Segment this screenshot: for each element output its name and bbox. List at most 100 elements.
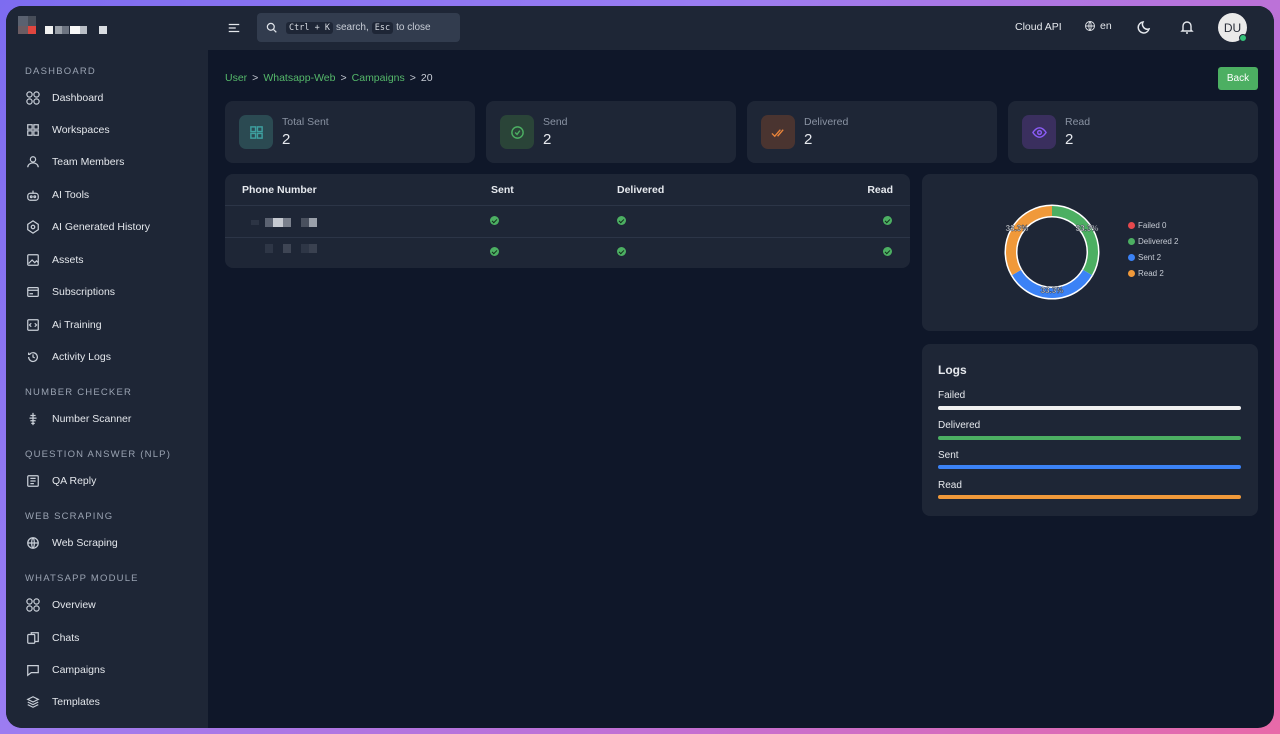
sidebar-item-workspaces[interactable]: Workspaces: [25, 118, 200, 142]
bell-icon[interactable]: [1179, 19, 1195, 35]
grid-icon: [239, 115, 273, 149]
grid-circles-icon: [25, 90, 41, 106]
legend-swatch: [1128, 254, 1135, 261]
document-icon: [25, 473, 41, 489]
app-window: DASHBOARD Dashboard Workspaces Team Memb…: [6, 6, 1274, 728]
stat-card-send: Send 2: [486, 101, 736, 163]
cloud-api-link[interactable]: Cloud API: [1015, 21, 1062, 33]
read-check-icon: [883, 247, 892, 256]
column-header-read: Read: [867, 184, 893, 196]
legend-label: Failed 0: [1138, 221, 1167, 230]
sent-check-icon: [490, 216, 499, 225]
breadcrumb-campaigns[interactable]: Campaigns: [352, 72, 405, 84]
phone-number-redacted: [251, 244, 321, 253]
stat-value: 2: [804, 131, 813, 148]
search-hint-suffix: to close: [396, 22, 431, 33]
history-icon: [25, 349, 41, 365]
eye-icon: [1022, 115, 1056, 149]
sidebar-item-number-scanner[interactable]: Number Scanner: [25, 407, 200, 431]
shortcut-key: Ctrl + K: [286, 21, 333, 34]
section-whatsapp-module: WHATSAPP MODULE: [25, 573, 139, 584]
sidebar-item-overview[interactable]: Overview: [25, 593, 200, 617]
chat-copy-icon: [25, 630, 41, 646]
sidebar-item-subscriptions[interactable]: Subscriptions: [25, 280, 200, 304]
log-label-failed: Failed: [938, 390, 966, 401]
menu-icon[interactable]: [224, 18, 244, 38]
topbar: Ctrl + K search, Esc to close Cloud API …: [208, 6, 1274, 50]
sidebar-item-label: Activity Logs: [52, 351, 111, 363]
logo[interactable]: [18, 16, 118, 40]
breadcrumb-user[interactable]: User: [225, 72, 247, 84]
section-dashboard: DASHBOARD: [25, 66, 96, 77]
sidebar-item-ai-training[interactable]: Ai Training: [25, 313, 200, 337]
stat-label: Delivered: [804, 116, 849, 128]
sidebar-item-label: AI Tools: [52, 189, 90, 201]
legend-item-delivered[interactable]: Delivered 2: [1128, 237, 1178, 246]
breadcrumb-separator: >: [340, 72, 347, 84]
sidebar-item-templates[interactable]: Templates: [25, 690, 200, 714]
sidebar-item-team-members[interactable]: Team Members: [25, 150, 200, 174]
divider: [225, 237, 910, 238]
sidebar-item-activity-logs[interactable]: Activity Logs: [25, 345, 200, 369]
sidebar-item-dashboard[interactable]: Dashboard: [25, 86, 200, 110]
stat-label: Total Sent: [282, 116, 329, 128]
stat-card-read: Read 2: [1008, 101, 1258, 163]
sidebar-item-web-scraping[interactable]: Web Scraping: [25, 531, 200, 555]
sidebar-item-assets[interactable]: Assets: [25, 248, 200, 272]
sidebar-item-qa-reply[interactable]: QA Reply: [25, 469, 200, 493]
avatar[interactable]: DU: [1218, 13, 1247, 42]
section-web-scraping: WEB SCRAPING: [25, 511, 114, 522]
legend-swatch: [1128, 270, 1135, 277]
card-icon: [25, 284, 41, 300]
globe-icon: [1085, 21, 1095, 31]
legend-label: Read 2: [1138, 269, 1164, 278]
column-header-delivered: Delivered: [617, 184, 665, 196]
sidebar-item-chats[interactable]: Chats: [25, 626, 200, 650]
stat-card-total-sent: Total Sent 2: [225, 101, 475, 163]
sidebar-item-ai-generated-history[interactable]: AI Generated History: [25, 215, 200, 239]
log-label-read: Read: [938, 480, 962, 491]
escape-key: Esc: [371, 21, 394, 34]
sidebar-item-label: Subscriptions: [52, 286, 116, 298]
online-status-dot: [1239, 34, 1247, 42]
sidebar-item-label: Ai Training: [52, 319, 102, 331]
sidebar-item-label: AI Generated History: [52, 221, 151, 233]
sidebar: DASHBOARD Dashboard Workspaces Team Memb…: [6, 6, 208, 728]
log-bar-delivered: [938, 436, 1241, 440]
code-box-icon: [25, 317, 41, 333]
search-input[interactable]: Ctrl + K search, Esc to close: [257, 13, 460, 42]
section-number-checker: NUMBER CHECKER: [25, 387, 133, 398]
legend-swatch: [1128, 238, 1135, 245]
stat-value: 2: [543, 131, 552, 148]
back-button[interactable]: Back: [1218, 67, 1258, 90]
user-icon: [25, 154, 41, 170]
language-selector[interactable]: en: [1084, 20, 1112, 32]
sidebar-item-label: Web Scraping: [52, 537, 118, 549]
avatar-initials: DU: [1223, 20, 1242, 35]
recipients-table: Phone Number Sent Delivered Read: [225, 174, 910, 268]
log-label-sent: Sent: [938, 450, 959, 461]
logs-card: Logs Failed Delivered Sent Read: [922, 344, 1258, 516]
legend-swatch: [1128, 222, 1135, 229]
column-header-sent: Sent: [491, 184, 514, 196]
layers-icon: [25, 694, 41, 710]
message-icon: [25, 662, 41, 678]
legend-item-failed[interactable]: Failed 0: [1128, 221, 1166, 230]
legend-item-read[interactable]: Read 2: [1128, 269, 1164, 278]
breadcrumb-whatsapp-web[interactable]: Whatsapp-Web: [263, 72, 335, 84]
moon-icon[interactable]: [1137, 19, 1153, 35]
sidebar-item-label: Chats: [52, 632, 80, 644]
squares-icon: [25, 122, 41, 138]
column-header-phone: Phone Number: [242, 184, 317, 196]
delivered-check-icon: [617, 216, 626, 225]
legend-item-sent[interactable]: Sent 2: [1128, 253, 1161, 262]
sidebar-item-campaigns[interactable]: Campaigns: [25, 658, 200, 682]
scanner-icon: [25, 411, 41, 427]
log-bar-read: [938, 495, 1241, 499]
log-bar-sent: [938, 465, 1241, 469]
sidebar-item-label: Team Members: [52, 156, 125, 168]
sidebar-item-ai-tools[interactable]: AI Tools: [25, 183, 200, 207]
search-hint: search,: [335, 22, 369, 33]
stat-label: Send: [543, 116, 568, 128]
ai-history-icon: [25, 219, 41, 235]
